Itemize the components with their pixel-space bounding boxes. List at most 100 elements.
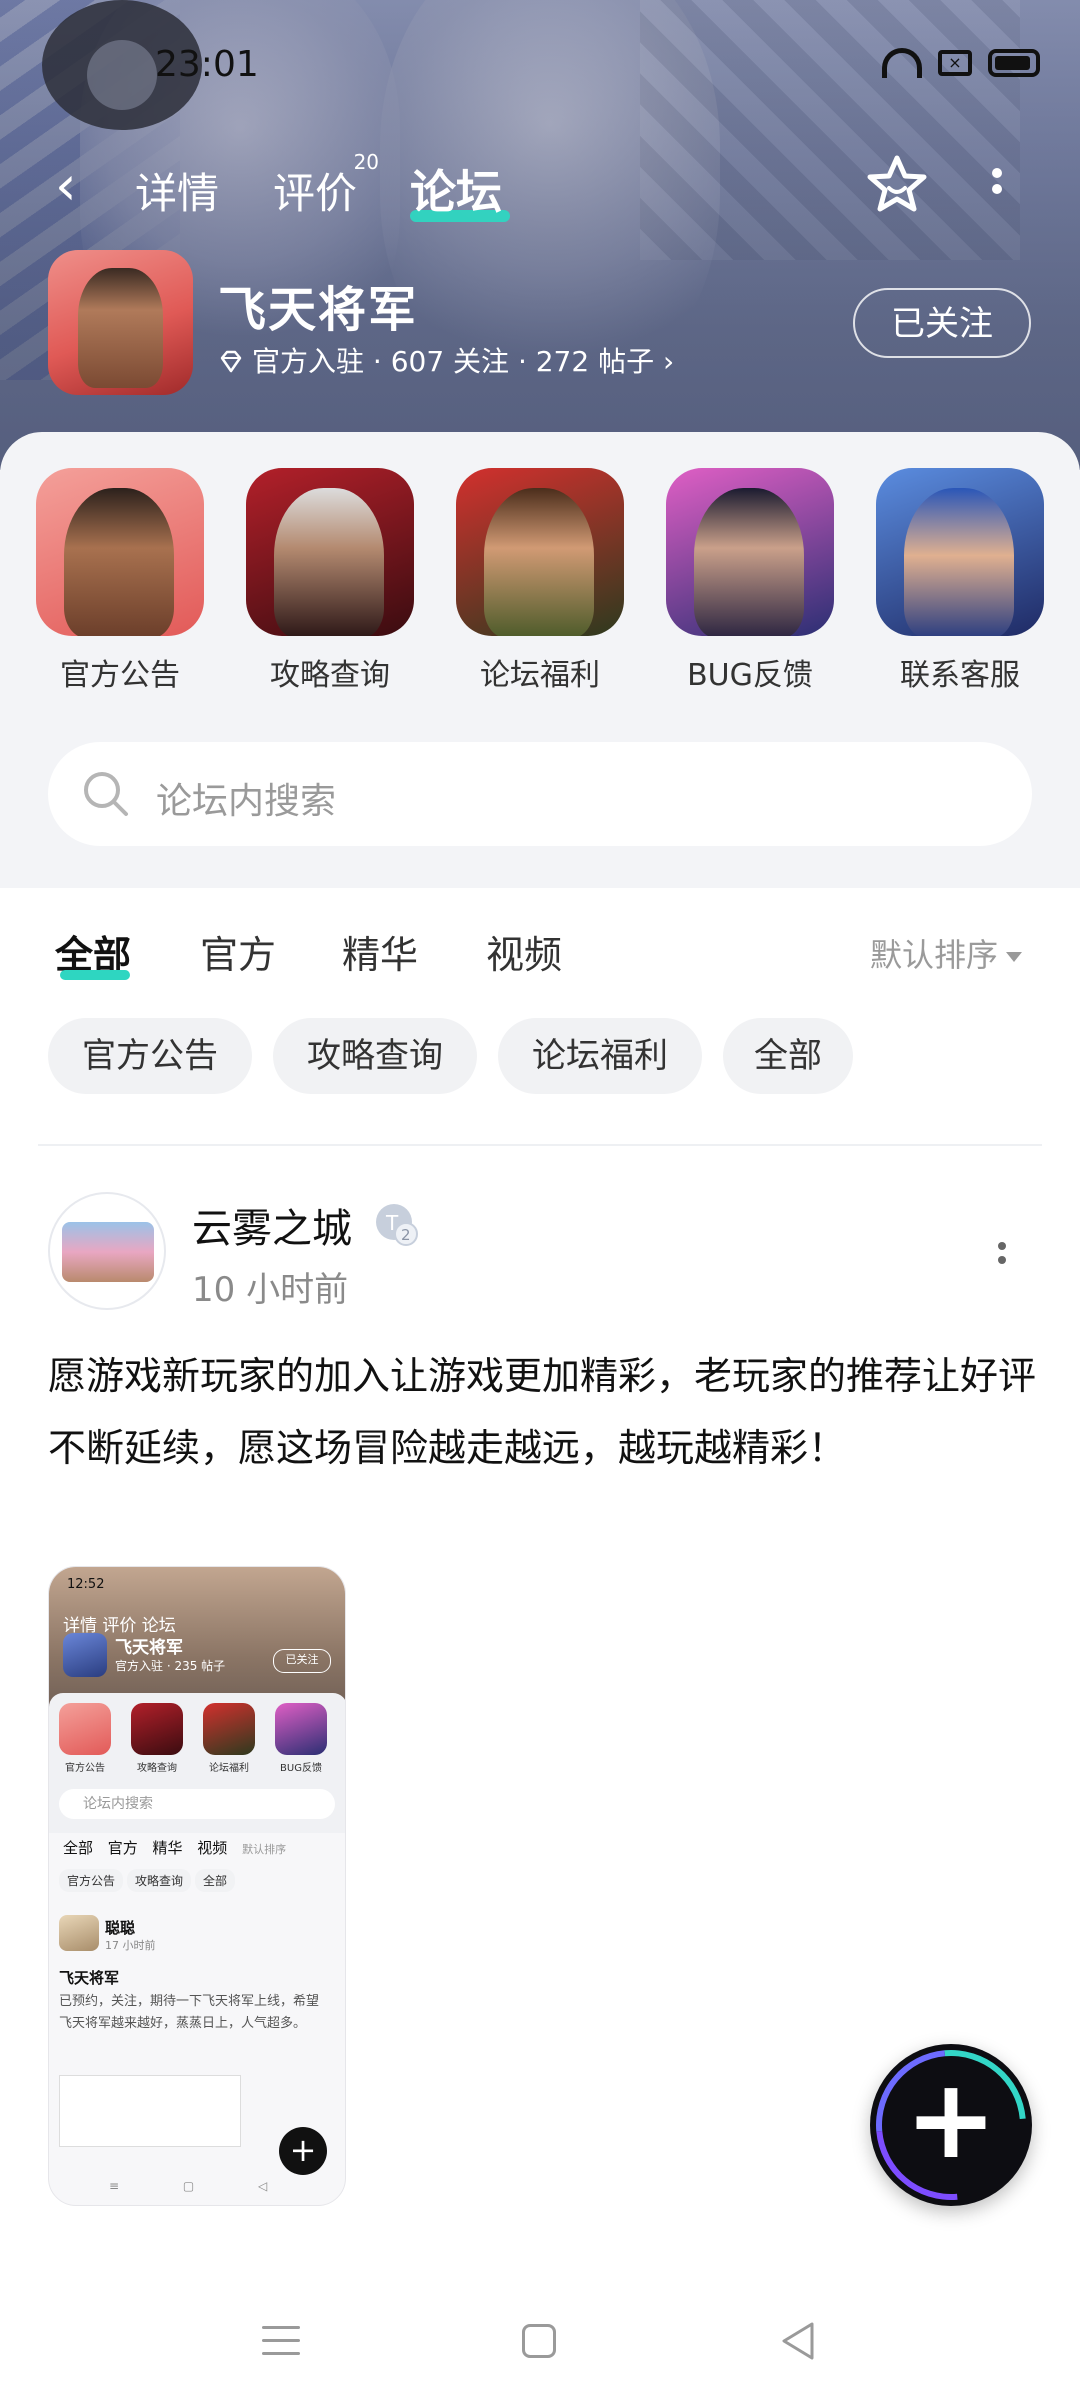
nested-game-icon [63,1633,107,1677]
plus-icon: + [904,2055,998,2183]
shortcut-label: 攻略查询 [270,658,390,693]
shortcut-customer-service[interactable]: 联系客服 [875,468,1045,708]
shortcut-official-notice[interactable]: 官方公告 [35,468,205,708]
nested-shortcut [203,1703,255,1755]
shortcut-row: 官方公告 攻略查询 论坛福利 BUG反馈 联系客服 [0,468,1080,708]
level-badge-icon: T 2 [376,1204,418,1246]
shortcut-image [456,468,624,636]
tab-details[interactable]: 详情 [135,160,219,221]
nested-shortcut-label: 官方公告 [65,1763,105,1774]
home-icon[interactable] [522,2324,556,2358]
avatar[interactable] [48,1192,166,1310]
forum-card: 官方公告 攻略查询 论坛福利 BUG反馈 联系客服 论坛内搜索 [0,432,1080,888]
menu-icon[interactable] [262,2326,300,2358]
divider [38,1144,1042,1146]
shortcut-image [246,468,414,636]
diamond-icon [220,350,242,373]
nested-chip: 官方公告 [59,1869,124,1892]
create-post-button[interactable]: + [870,2044,1032,2206]
nested-shortcut-label: BUG反馈 [280,1763,322,1774]
nested-post-time: 17 小时前 [105,1939,156,1952]
nested-post-body: 已预约，关注，期待一下飞天将军上线，希望飞天将军越来越好，蒸蒸日上，人气超多。 [59,1994,320,2031]
nested-tabs: 全部 官方 精华 视频 默认排序 [63,1837,286,1858]
wifi-icon [882,48,922,78]
chip-guide-search[interactable]: 攻略查询 [273,1018,477,1094]
top-navigation: ‹ 详情 评价 20 论坛 [0,150,1080,230]
nested-post-title: 飞天将军 [59,1969,120,1987]
chip-official-notice[interactable]: 官方公告 [48,1018,252,1094]
favorite-star-icon[interactable] [862,150,932,220]
game-title: 飞天将军 [218,282,419,338]
filter-tab-video[interactable]: 视频 [486,924,562,979]
system-navigation-bar [0,2280,1080,2400]
shortcut-label: BUG反馈 [687,658,813,693]
nested-plus-icon: + [279,2127,327,2175]
battery-icon [988,49,1040,77]
svg-text:2: 2 [401,1226,411,1244]
nested-chips: 官方公告 攻略查询 全部 [59,1869,239,1892]
game-meta-text: 官方入驻 · 607 关注 · 272 帖子 [252,345,655,378]
status-bar: 23:01 × [0,0,1080,130]
filter-tab-featured[interactable]: 精华 [342,924,418,979]
search-icon [84,772,128,816]
nested-follow: 已关注 [273,1649,331,1673]
post-more-icon[interactable] [992,1236,1012,1276]
chip-forum-benefits[interactable]: 论坛福利 [498,1018,702,1094]
chip-all[interactable]: 全部 [723,1018,853,1094]
filter-tabs: 全部 官方 精华 视频 默认排序 [0,888,1080,1008]
nested-sort: 默认排序 [242,1843,287,1856]
nested-title: 飞天将军 [115,1638,183,1658]
shortcut-bug-report[interactable]: BUG反馈 [665,468,835,708]
nested-time: 12:52 [67,1577,105,1592]
nested-shortcut-label: 论坛福利 [209,1763,249,1774]
filter-active-indicator [60,970,130,980]
nested-shortcut [59,1703,111,1755]
shortcut-guide-search[interactable]: 攻略查询 [245,468,415,708]
shortcut-image [36,468,204,636]
nested-chip: 攻略查询 [127,1869,192,1892]
shortcut-label: 官方公告 [60,658,180,693]
game-info: 飞天将军 官方入驻 · 607 关注 · 272 帖子 › 已关注 [0,250,1080,400]
chevron-right-icon: › [663,345,675,378]
status-time: 23:01 [155,44,259,85]
category-chips: 官方公告 攻略查询 论坛福利 全部 [0,1010,1080,1110]
follow-button[interactable]: 已关注 [853,288,1031,358]
nested-search: 论坛内搜索 [59,1789,335,1819]
nested-system-nav: ≡ ▢ ◁ [109,2179,268,2193]
post-time: 10 小时前 [192,1270,349,1310]
game-icon[interactable] [48,250,193,395]
game-meta-link[interactable]: 官方入驻 · 607 关注 · 272 帖子 › [218,340,674,380]
post-image[interactable]: 12:52 详情 评价 论坛 飞天将军 官方入驻 · 235 帖子 已关注 官方… [48,1566,346,2206]
shortcut-forum-benefits[interactable]: 论坛福利 [455,468,625,708]
filter-tab-official[interactable]: 官方 [200,924,276,979]
caret-down-icon [1006,952,1023,962]
post-author[interactable]: 云雾之城 [192,1196,352,1254]
reviews-count: 20 [353,150,380,174]
back-triangle-icon[interactable] [778,2320,818,2362]
status-icons: × [882,48,1040,78]
post-body[interactable]: 愿游戏新玩家的加入让游戏更加精彩，老玩家的推荐让好评不断延续，愿这场冒险越走越远… [48,1340,1038,1484]
tab-forum[interactable]: 论坛 [410,156,502,222]
nested-tabs-label: 全部 官方 精华 视频 [63,1839,228,1857]
forum-search-input[interactable]: 论坛内搜索 [48,742,1032,846]
shortcut-label: 论坛福利 [480,658,600,693]
back-arrow-icon[interactable]: ‹ [55,158,77,214]
no-sim-icon: × [938,50,972,76]
nested-shortcut [131,1703,183,1755]
sort-label: 默认排序 [870,936,999,974]
tab-reviews[interactable]: 评价 20 [273,150,379,221]
nested-meta: 官方入驻 · 235 帖子 [115,1659,226,1673]
nested-chip: 全部 [195,1869,236,1892]
search-placeholder: 论坛内搜索 [156,781,337,822]
sort-dropdown[interactable]: 默认排序 [870,930,1023,976]
nested-author: 聪聪 [105,1919,136,1937]
shortcut-image [876,468,1044,636]
nested-shortcut-label: 攻略查询 [137,1763,177,1774]
tab-reviews-label: 评价 [273,169,358,218]
nested-avatar [59,1915,99,1951]
post-item: 云雾之城 T 2 10 小时前 愿游戏新玩家的加入让游戏更加精彩，老玩家的推荐让… [0,1180,1080,2206]
more-options-icon[interactable] [985,162,1009,212]
shortcut-label: 联系客服 [900,658,1020,693]
shortcut-image [666,468,834,636]
nested-shortcut [275,1703,327,1755]
